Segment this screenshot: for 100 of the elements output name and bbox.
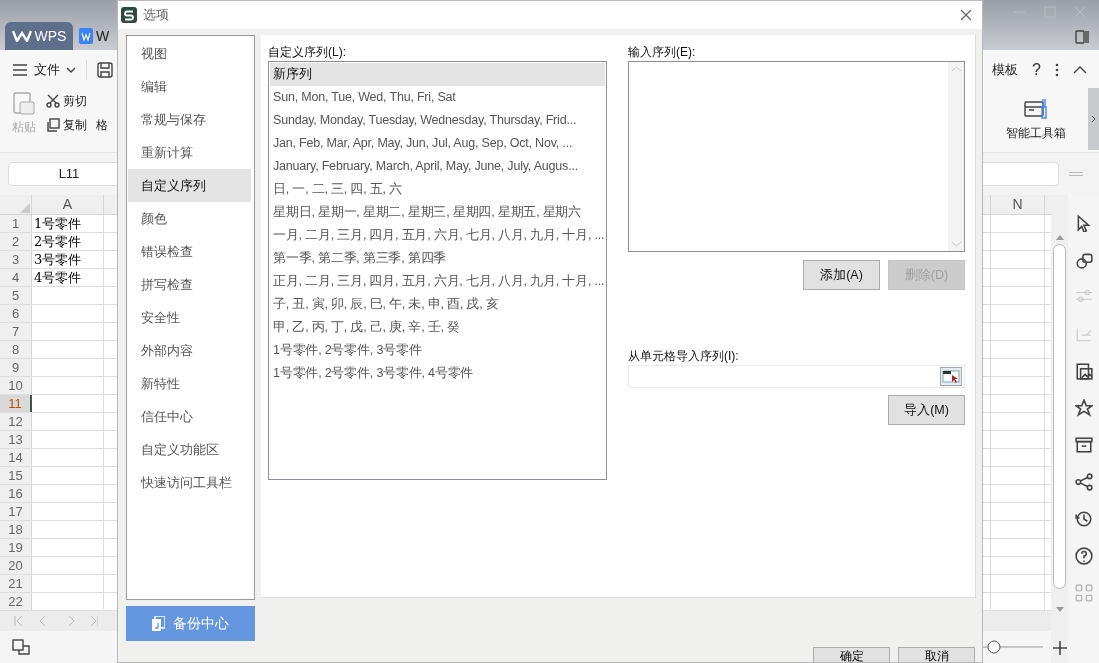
archive-icon[interactable] <box>1074 436 1093 454</box>
nav-item[interactable]: 拼写检查 <box>128 268 251 301</box>
scroll-up-icon[interactable] <box>1055 235 1064 240</box>
sequence-list[interactable] <box>268 61 607 480</box>
row-header[interactable]: 9 <box>0 359 32 376</box>
row-header[interactable]: 22 <box>0 593 32 610</box>
zoom-slider-icon[interactable] <box>983 639 1043 655</box>
row-header[interactable]: 3 <box>0 251 32 268</box>
row-header[interactable]: 6 <box>0 305 32 322</box>
table-cell: 2号零件 <box>32 233 104 250</box>
nav-item[interactable]: 新特性 <box>128 367 251 400</box>
nav-item[interactable]: 常规与保存 <box>128 103 251 136</box>
format-button[interactable]: 格 <box>96 116 108 134</box>
sequence-item[interactable]: 1号零件, 2号零件, 3号零件 <box>270 339 605 362</box>
more-icon[interactable] <box>1055 63 1059 77</box>
horizontal-scrollbar[interactable] <box>983 611 1051 631</box>
row-header[interactable]: 1 <box>0 215 32 232</box>
help-icon[interactable] <box>1074 547 1093 565</box>
app-tab[interactable]: WPS <box>5 22 73 50</box>
input-label: 输入序列(E): <box>628 44 697 61</box>
menu-icon[interactable] <box>12 64 28 76</box>
row-header[interactable]: 20 <box>0 557 32 574</box>
file-menu[interactable]: 文件 <box>34 60 60 80</box>
nav-item[interactable]: 编辑 <box>128 70 251 103</box>
row-header[interactable]: 17 <box>0 503 32 520</box>
import-button[interactable]: 导入(M) <box>888 395 965 425</box>
row-header[interactable]: 10 <box>0 377 32 394</box>
chevron-right-icon <box>1091 116 1096 122</box>
status-icon[interactable] <box>12 638 30 656</box>
ok-button[interactable]: 确定 <box>813 647 890 662</box>
toolbox-icon[interactable] <box>1023 96 1049 122</box>
row-header[interactable]: 2 <box>0 233 32 250</box>
nav-item[interactable]: 自定义序列 <box>128 169 251 202</box>
app-logo-icon <box>121 7 137 23</box>
sidebar-toggle-icon[interactable] <box>1075 30 1089 44</box>
nav-item[interactable]: 重新计算 <box>128 136 251 169</box>
table-cell: 3号零件 <box>32 251 104 268</box>
row-header[interactable]: 21 <box>0 575 32 592</box>
sequence-item[interactable]: Sunday, Monday, Tuesday, Wednesday, Thursday, Frid... <box>270 109 605 132</box>
image-icon[interactable] <box>1074 362 1093 380</box>
sequence-item[interactable]: Sun, Mon, Tue, Wed, Thu, Fri, Sat <box>270 86 605 109</box>
collapse-icon[interactable] <box>1073 66 1087 74</box>
copy-button[interactable]: 复制 <box>63 116 87 134</box>
save-icon[interactable] <box>97 62 113 78</box>
row-header[interactable]: 14 <box>0 449 32 466</box>
apps-icon[interactable] <box>1074 584 1093 602</box>
sequence-item[interactable]: 一月, 二月, 三月, 四月, 五月, 六月, 七月, 八月, 九月, 十月, ... <box>270 224 605 247</box>
row-header[interactable]: 4 <box>0 269 32 286</box>
scroll-down-icon[interactable] <box>1055 607 1064 612</box>
sequence-item[interactable]: 第一季, 第二季, 第三季, 第四季 <box>270 247 605 270</box>
star-icon[interactable] <box>1074 399 1093 417</box>
cancel-button[interactable]: 取消 <box>898 647 975 662</box>
nav-item[interactable]: 视图 <box>128 37 251 70</box>
nav-item[interactable]: 颜色 <box>128 202 251 235</box>
sequence-item[interactable]: 正月, 二月, 三月, 四月, 五月, 六月, 七月, 八月, 九月, 十月, ... <box>270 270 605 293</box>
sequence-item[interactable]: 星期日, 星期一, 星期二, 星期三, 星期四, 星期五, 星期六 <box>270 201 605 224</box>
row-header[interactable]: 13 <box>0 431 32 448</box>
range-select-icon[interactable] <box>940 367 962 386</box>
close-icon[interactable] <box>960 9 972 21</box>
nav-item[interactable]: 自定义功能区 <box>128 433 251 466</box>
row-header[interactable]: 8 <box>0 341 32 358</box>
nav-item[interactable]: 安全性 <box>128 301 251 334</box>
row-header[interactable]: 12 <box>0 413 32 430</box>
caret-icon <box>66 67 76 73</box>
cut-button[interactable]: 剪切 <box>63 92 87 110</box>
sequence-item[interactable]: 日, 一, 二, 三, 四, 五, 六 <box>270 178 605 201</box>
import-range-field[interactable] <box>628 365 965 388</box>
row-header[interactable]: 15 <box>0 467 32 484</box>
nav-item[interactable]: 外部内容 <box>128 334 251 367</box>
row-header[interactable]: 18 <box>0 521 32 538</box>
zoom-in-icon[interactable] <box>1052 641 1067 655</box>
history-icon[interactable] <box>1074 510 1093 528</box>
row-header[interactable]: 11 <box>0 395 32 412</box>
sequence-item[interactable]: 甲, 乙, 丙, 丁, 戊, 己, 庚, 辛, 壬, 癸 <box>270 316 605 339</box>
app-tab[interactable]: W <box>76 22 113 50</box>
nav-item[interactable]: 信任中心 <box>128 400 251 433</box>
row-header[interactable]: 7 <box>0 323 32 340</box>
shapes-icon[interactable] <box>1074 251 1093 269</box>
dialog-title: 选项 <box>143 6 169 25</box>
help-button[interactable]: ? <box>1032 58 1041 82</box>
document-icon <box>152 616 165 631</box>
sequence-item[interactable]: January, February, March, April, May, June, July, Augus... <box>270 155 605 178</box>
sequence-item[interactable]: 新序列 <box>270 63 605 86</box>
scrollbar-thumb[interactable] <box>1053 244 1066 589</box>
sequence-item[interactable]: Jan, Feb, Mar, Apr, May, Jun, Jul, Aug, Sep, Oct, Nov, ... <box>270 132 605 155</box>
share-icon[interactable] <box>1074 473 1093 491</box>
nav-item[interactable]: 快速访问工具栏 <box>128 466 251 499</box>
sequence-item[interactable]: 1号零件, 2号零件, 3号零件, 4号零件 <box>270 362 605 385</box>
row-header[interactable]: 19 <box>0 539 32 556</box>
logo-icon <box>11 30 32 42</box>
add-button[interactable]: 添加(A) <box>803 260 880 290</box>
toolbox-label[interactable]: 智能工具箱 <box>1006 124 1066 142</box>
list-label: 自定义序列(L): <box>268 44 347 61</box>
row-header[interactable]: 16 <box>0 485 32 502</box>
template-menu[interactable]: 模板 <box>992 60 1019 80</box>
sequence-item[interactable]: 子, 丑, 寅, 卯, 辰, 巳, 午, 未, 申, 酉, 戌, 亥 <box>270 293 605 316</box>
table-cell: 1号零件 <box>32 215 104 232</box>
row-header[interactable]: 5 <box>0 287 32 304</box>
nav-item[interactable]: 错误检查 <box>128 235 251 268</box>
copy-icon <box>46 118 60 132</box>
